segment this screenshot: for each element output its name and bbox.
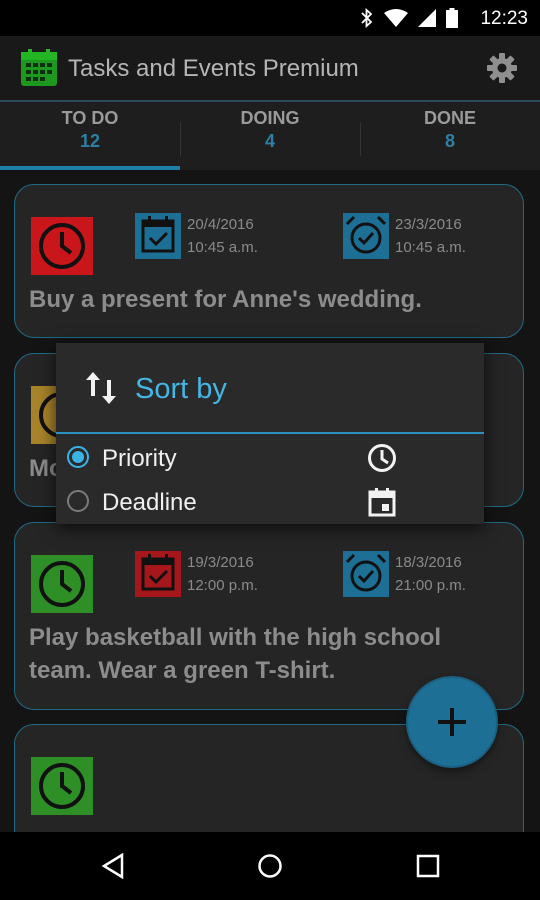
- tab-count: 4: [264, 131, 275, 151]
- sort-option-priority[interactable]: Priority: [56, 436, 484, 480]
- tab-label: DONE: [423, 108, 476, 128]
- alarm-time: 21:00 p.m.: [395, 577, 466, 594]
- task-card[interactable]: 20/4/2016 10:45 a.m. 23/3/2016 10:45 a.m…: [14, 184, 524, 338]
- tab-label: DOING: [240, 108, 300, 128]
- alarm-time: 10:45 a.m.: [395, 239, 466, 256]
- clock-icon: [368, 444, 396, 472]
- deadline-date: 20/4/2016: [187, 216, 254, 233]
- alarm-clock-icon: [343, 213, 389, 259]
- home-icon[interactable]: [257, 853, 283, 879]
- gear-icon[interactable]: [486, 52, 518, 84]
- calendar-check-icon: [135, 551, 181, 597]
- status-icons: [360, 8, 458, 28]
- app-bar: Tasks and Events Premium: [0, 36, 540, 100]
- deadline-time: 10:45 a.m.: [187, 239, 258, 256]
- sort-arrows-icon: [86, 372, 116, 404]
- signal-icon: [418, 9, 436, 27]
- alarm-info: 23/3/2016 10:45 a.m.: [343, 213, 466, 259]
- calendar-icon: [368, 488, 396, 517]
- plus-icon: [438, 708, 466, 736]
- tab-bar: TO DO 12 DOING 4 DONE 8: [0, 100, 540, 172]
- priority-clock-icon: [31, 217, 93, 275]
- tab-label: TO DO: [61, 108, 119, 128]
- alarm-date: 18/3/2016: [395, 554, 462, 571]
- dialog-title: Sort by: [135, 373, 227, 405]
- dialog-divider: [56, 432, 484, 434]
- status-bar: 12:23: [0, 0, 540, 36]
- tab-count: 8: [444, 131, 455, 151]
- deadline-info: 20/4/2016 10:45 a.m.: [135, 213, 258, 259]
- status-time: 12:23: [480, 8, 528, 29]
- system-nav-bar: [0, 832, 540, 900]
- tab-doing[interactable]: DOING 4: [180, 102, 360, 172]
- task-text: Buy a present for Anne's wedding.: [29, 286, 422, 313]
- option-label: Priority: [102, 445, 177, 472]
- battery-icon: [446, 8, 458, 28]
- radio-button[interactable]: [67, 490, 89, 512]
- tab-todo[interactable]: TO DO 12: [0, 102, 180, 172]
- priority-clock-icon: [31, 555, 93, 613]
- deadline-info: 19/3/2016 12:00 p.m.: [135, 551, 258, 597]
- radio-button[interactable]: [67, 446, 89, 468]
- app-title: Tasks and Events Premium: [68, 55, 359, 82]
- calendar-grid-icon: [21, 49, 57, 86]
- back-icon[interactable]: [100, 852, 126, 880]
- alarm-date: 23/3/2016: [395, 216, 462, 233]
- tab-done[interactable]: DONE 8: [360, 102, 540, 172]
- recents-icon[interactable]: [416, 854, 440, 878]
- tab-count: 12: [79, 131, 101, 151]
- option-label: Deadline: [102, 489, 197, 516]
- deadline-time: 12:00 p.m.: [187, 577, 258, 594]
- alarm-clock-icon: [343, 551, 389, 597]
- wifi-icon: [384, 9, 408, 27]
- priority-clock-icon: [31, 757, 93, 815]
- add-task-button[interactable]: [408, 678, 496, 766]
- calendar-check-icon: [135, 213, 181, 259]
- bluetooth-icon: [361, 8, 373, 28]
- sort-option-deadline[interactable]: Deadline: [56, 480, 484, 524]
- deadline-date: 19/3/2016: [187, 554, 254, 571]
- alarm-info: 18/3/2016 21:00 p.m.: [343, 551, 466, 597]
- sort-by-dialog: Sort by Priority Deadline: [56, 343, 484, 524]
